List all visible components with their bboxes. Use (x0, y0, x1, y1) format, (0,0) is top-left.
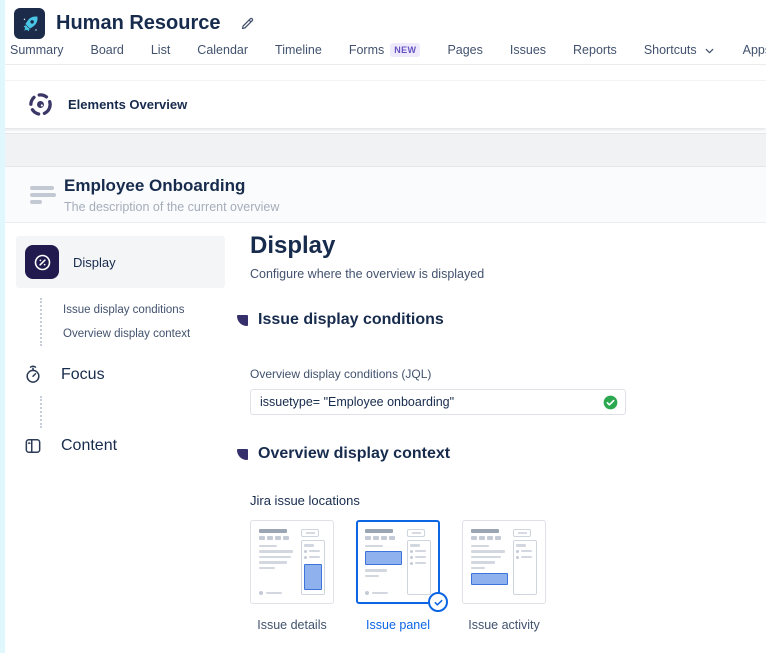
project-avatar[interactable] (14, 8, 45, 39)
overview-title: Employee Onboarding (64, 176, 245, 196)
focus-sub-rail (40, 396, 225, 428)
section-title: Issue display conditions (258, 311, 444, 329)
stopwatch-icon (21, 364, 45, 386)
tab-calendar[interactable]: Calendar (197, 40, 248, 66)
new-badge: NEW (390, 43, 420, 57)
app-bar: Elements Overview (0, 80, 766, 128)
issue-location-options: Issue details (250, 520, 630, 632)
rename-project-button[interactable] (240, 16, 255, 31)
issue-panel-thumbnail (365, 529, 431, 595)
sidebar-item-content[interactable]: Content (21, 436, 225, 456)
sidebar-item-display[interactable]: Display (16, 236, 225, 288)
display-settings-panel: Display Configure where the overview is … (250, 232, 630, 632)
jql-field (250, 389, 626, 415)
tab-list[interactable]: List (151, 40, 170, 66)
issue-activity-thumbnail (471, 529, 537, 595)
tab-forms[interactable]: Forms NEW (349, 40, 421, 66)
sidebar-item-focus[interactable]: Focus (21, 364, 225, 386)
layout-icon (21, 436, 45, 456)
rocket-icon (19, 13, 41, 35)
check-badge-icon (428, 592, 448, 612)
app-title: Elements Overview (68, 97, 187, 112)
section-overview-display-context: Overview display context (237, 445, 630, 463)
dashed-circle-icon (27, 91, 54, 118)
issue-panel-label[interactable]: Issue panel (366, 618, 430, 632)
settings-sidebar: Display Issue display conditions Overvie… (16, 236, 225, 456)
overview-header: Employee Onboarding The description of t… (0, 167, 766, 223)
tab-timeline[interactable]: Timeline (275, 40, 322, 66)
issue-details-thumbnail (259, 529, 325, 595)
window-edge (0, 0, 5, 653)
project-name: Human Resource (56, 12, 221, 35)
section-separator (0, 133, 766, 167)
issue-details-card[interactable] (250, 520, 334, 604)
issue-activity-label[interactable]: Issue activity (468, 618, 540, 632)
sidebar-subitem-issue-display-conditions[interactable]: Issue display conditions (63, 298, 225, 322)
overview-description: The description of the current overview (64, 200, 279, 214)
page-subtitle: Configure where the overview is displaye… (250, 267, 630, 281)
location-option-issue-details: Issue details (250, 520, 334, 632)
tab-shortcuts[interactable]: Shortcuts (644, 40, 716, 66)
location-option-issue-panel: Issue panel (356, 520, 440, 632)
issue-activity-card[interactable] (462, 520, 546, 604)
tab-reports[interactable]: Reports (573, 40, 617, 66)
pen-icon (240, 16, 255, 31)
sidebar-subitem-overview-display-context[interactable]: Overview display context (63, 322, 225, 346)
tab-summary[interactable]: Summary (10, 40, 63, 66)
sidebar-item-label: Content (61, 437, 117, 455)
menu-icon (30, 186, 56, 204)
tab-board[interactable]: Board (90, 40, 123, 66)
section-bullet-icon (237, 315, 248, 326)
project-nav: Summary Board List Calendar Timeline For… (10, 40, 766, 66)
sidebar-item-label: Focus (61, 366, 105, 384)
jql-input[interactable] (250, 389, 626, 415)
page-title: Display (250, 232, 630, 260)
issue-details-label[interactable]: Issue details (257, 618, 326, 632)
header-divider (0, 64, 766, 65)
section-title: Overview display context (258, 445, 450, 463)
location-option-issue-activity: Issue activity (462, 520, 546, 632)
tab-pages[interactable]: Pages (447, 40, 482, 66)
display-sub-items: Issue display conditions Overview displa… (40, 298, 225, 346)
percent-circle-icon (25, 245, 59, 279)
tab-apps[interactable]: Apps (743, 40, 766, 66)
chevron-down-icon (703, 44, 716, 57)
section-issue-display-conditions: Issue display conditions (237, 311, 630, 329)
jql-field-label: Overview display conditions (JQL) (250, 367, 630, 381)
check-circle-icon (603, 395, 618, 415)
issue-panel-card[interactable] (356, 520, 440, 604)
tab-issues[interactable]: Issues (510, 40, 546, 66)
sidebar-item-label: Display (73, 255, 116, 270)
section-bullet-icon (237, 449, 248, 460)
jira-issue-locations-label: Jira issue locations (250, 493, 630, 508)
